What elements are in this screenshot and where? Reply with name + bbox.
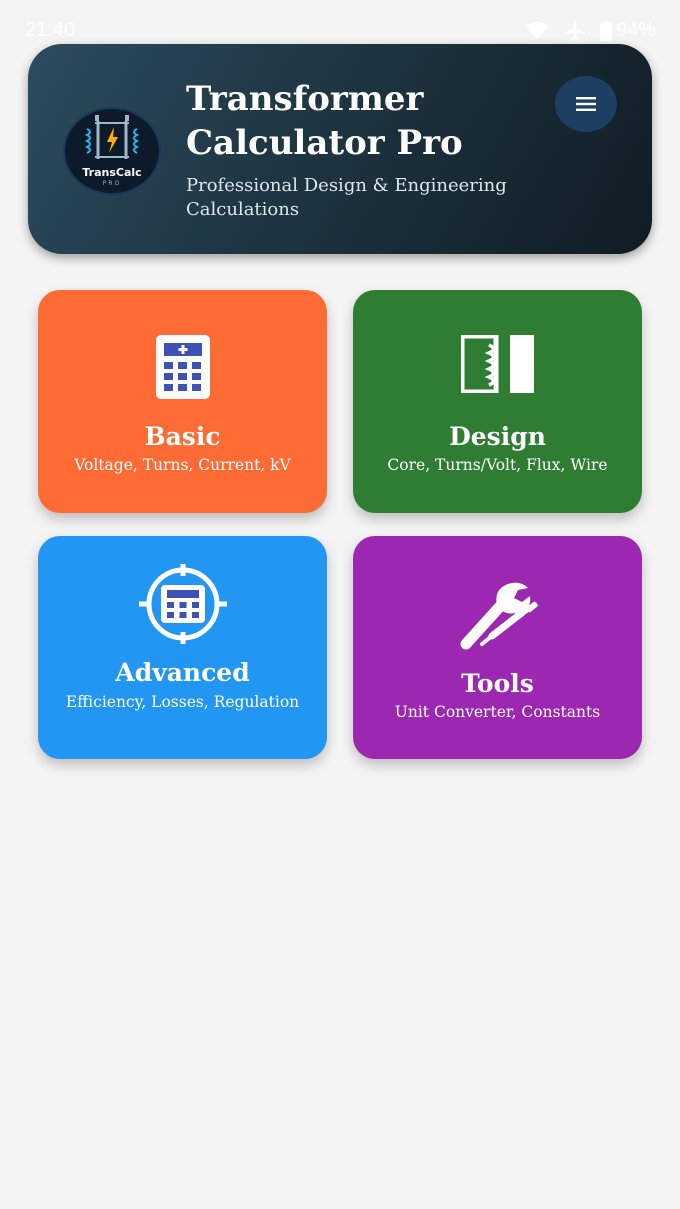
app-header: TransCalc PRO Transformer Calculator Pro… [28,44,652,254]
menu-button[interactable] [555,76,617,132]
battery-percent: 94% [615,19,656,41]
card-design[interactable]: Design Core, Turns/Volt, Flux, Wire [353,290,642,513]
card-tools[interactable]: Tools Unit Converter, Constants [353,536,642,759]
target-calculator-icon [138,564,227,644]
calculator-icon [155,335,210,399]
page-subtitle: Professional Design & Engineering Calcul… [186,175,507,220]
wifi-icon [524,21,549,40]
card-design-subtitle: Core, Turns/Volt, Flux, Wire [387,456,608,474]
tools-icon [460,582,538,650]
card-advanced-subtitle: Efficiency, Losses, Regulation [65,693,300,711]
logo-subtext: PRO [102,180,122,187]
transformer-logo-icon [84,115,140,159]
card-basic[interactable]: Basic Voltage, Turns, Current, kV [38,290,327,513]
card-basic-title: Basic [144,422,221,451]
logo-text: TransCalc [82,166,142,179]
card-tools-icon-wrap [353,578,642,652]
airplane-icon [564,20,585,41]
card-basic-subtitle: Voltage, Turns, Current, kV [74,456,291,474]
card-design-title: Design [449,422,546,451]
card-advanced-title: Advanced [115,658,250,687]
page-title: Transformer Calculator Pro [186,79,463,163]
card-tools-subtitle: Unit Converter, Constants [394,703,601,721]
card-tools-title: Tools [461,669,534,698]
battery-icon [599,20,612,41]
status-icons: 94% [524,19,656,42]
card-basic-icon-wrap [38,335,327,399]
status-time: 21:40 [25,19,76,41]
card-advanced-icon-wrap [38,564,327,644]
menu-icon [576,97,596,111]
card-design-icon-wrap [353,335,642,393]
app-logo: TransCalc PRO [63,107,161,195]
transformer-core-icon [460,335,534,393]
card-advanced[interactable]: Advanced Efficiency, Losses, Regulation [38,536,327,759]
battery-indicator: 94% [599,19,656,42]
